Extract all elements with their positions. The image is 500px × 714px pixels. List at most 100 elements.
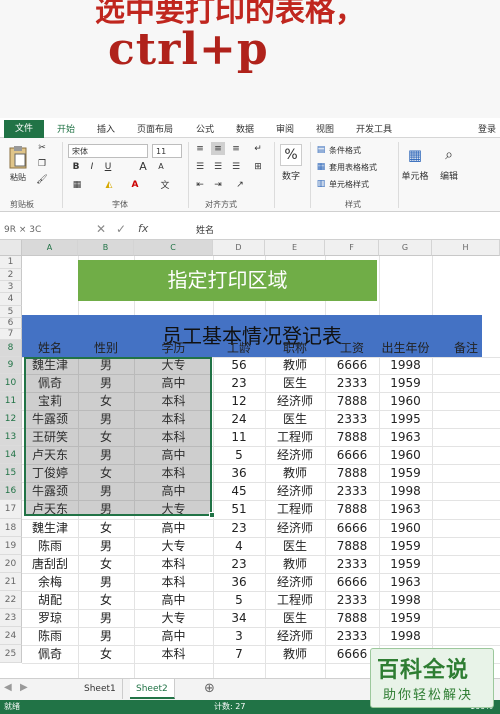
font-color-button[interactable]: A <box>128 178 142 191</box>
table-cell[interactable] <box>432 374 500 392</box>
row-header[interactable]: 12 <box>0 410 22 428</box>
table-cell[interactable]: 1963 <box>379 428 432 446</box>
column-header-e[interactable]: E <box>265 240 325 256</box>
cancel-icon[interactable]: ✕ <box>96 222 106 236</box>
table-cell[interactable]: 罗琼 <box>22 609 78 627</box>
table-cell[interactable]: 2333 <box>325 627 379 645</box>
align-bottom-icon[interactable]: ≡ <box>229 142 243 155</box>
table-cell[interactable]: 高中 <box>134 627 213 645</box>
align-center-icon[interactable]: ☰ <box>211 160 225 173</box>
underline-button[interactable]: U <box>102 160 114 173</box>
font-size-select[interactable]: 11 <box>152 144 182 158</box>
table-cell[interactable]: 23 <box>213 555 265 573</box>
table-cell[interactable]: 7888 <box>325 464 379 482</box>
table-cell[interactable]: 本科 <box>134 555 213 573</box>
tab-data[interactable]: 数据 <box>236 122 254 135</box>
table-cell[interactable]: 女 <box>78 591 134 609</box>
table-cell[interactable]: 6666 <box>325 573 379 591</box>
row-header[interactable]: 23 <box>0 609 22 627</box>
table-cell[interactable]: 7888 <box>325 392 379 410</box>
table-cell[interactable]: 1960 <box>379 519 432 537</box>
table-cell[interactable]: 1995 <box>379 410 432 428</box>
row-header[interactable]: 4 <box>0 293 22 306</box>
table-cell[interactable]: 大专 <box>134 609 213 627</box>
table-cell[interactable]: 高中 <box>134 519 213 537</box>
table-cell[interactable]: 教师 <box>265 464 325 482</box>
table-cell[interactable]: 唐刮刮 <box>22 555 78 573</box>
align-left-icon[interactable]: ☰ <box>193 160 207 173</box>
table-cell[interactable]: 医生 <box>265 609 325 627</box>
cell-style-button[interactable]: 单元格样式 <box>329 179 369 190</box>
table-cell[interactable]: 7 <box>213 645 265 663</box>
table-cell[interactable]: 1998 <box>379 627 432 645</box>
tab-formulas[interactable]: 公式 <box>196 122 214 135</box>
table-cell[interactable]: 陈雨 <box>22 627 78 645</box>
table-cell[interactable]: 男 <box>78 609 134 627</box>
tab-insert[interactable]: 插入 <box>97 122 115 135</box>
merge-icon[interactable]: ⊞ <box>251 160 265 173</box>
next-sheet-icon[interactable]: ▶ <box>20 682 28 693</box>
align-middle-icon[interactable]: ≡ <box>211 142 225 155</box>
table-cell[interactable]: 教师 <box>265 645 325 663</box>
table-cell[interactable] <box>432 410 500 428</box>
sheet-tab-1[interactable]: Sheet1 <box>78 679 123 699</box>
fill-color-icon[interactable]: ◭ <box>102 178 116 191</box>
table-cell[interactable]: 教师 <box>265 555 325 573</box>
sheet-tab-2[interactable]: Sheet2 <box>130 679 175 699</box>
table-cell[interactable]: 工程师 <box>265 428 325 446</box>
table-cell[interactable] <box>432 555 500 573</box>
column-header-f[interactable]: F <box>325 240 379 256</box>
table-cell[interactable]: 1960 <box>379 392 432 410</box>
table-cell[interactable]: 12 <box>213 392 265 410</box>
cut-icon[interactable]: ✂ <box>36 142 48 154</box>
table-cell[interactable]: 7888 <box>325 428 379 446</box>
fill-handle[interactable] <box>209 512 215 518</box>
table-cell[interactable]: 7888 <box>325 537 379 555</box>
insert-function-button[interactable]: fx <box>138 222 148 235</box>
conditional-format-button[interactable]: 条件格式 <box>329 145 361 156</box>
table-cell[interactable]: 1960 <box>379 446 432 464</box>
row-header[interactable]: 21 <box>0 573 22 591</box>
tab-review[interactable]: 审阅 <box>276 122 294 135</box>
table-cell[interactable]: 女 <box>78 645 134 663</box>
table-cell[interactable] <box>432 591 500 609</box>
row-header[interactable]: 2 <box>0 269 22 281</box>
tab-file[interactable]: 文件 <box>4 120 44 138</box>
table-cell[interactable]: 经济师 <box>265 446 325 464</box>
table-cell[interactable]: 24 <box>213 410 265 428</box>
table-cell[interactable]: 工程师 <box>265 591 325 609</box>
row-header[interactable]: 3 <box>0 281 22 293</box>
table-cell[interactable] <box>432 609 500 627</box>
row-header[interactable]: 9 <box>0 357 22 374</box>
column-header-c[interactable]: C <box>134 240 213 256</box>
table-cell[interactable]: 1959 <box>379 464 432 482</box>
row-header[interactable]: 5 <box>0 306 22 318</box>
font-shrink-button[interactable]: A <box>154 160 168 173</box>
copy-icon[interactable]: ❐ <box>36 158 48 170</box>
table-cell[interactable]: 6666 <box>325 446 379 464</box>
table-cell[interactable]: 56 <box>213 357 265 374</box>
table-cell[interactable]: 经济师 <box>265 482 325 500</box>
cell-style-icon[interactable]: ▥ <box>315 178 327 190</box>
row-header[interactable]: 25 <box>0 645 22 663</box>
wrap-text-icon[interactable]: ↵ <box>251 142 265 155</box>
table-cell[interactable]: 36 <box>213 573 265 591</box>
table-cell[interactable] <box>432 519 500 537</box>
table-cell[interactable]: 23 <box>213 374 265 392</box>
row-header[interactable]: 10 <box>0 374 22 392</box>
table-cell[interactable]: 6666 <box>325 519 379 537</box>
table-cell[interactable] <box>432 537 500 555</box>
row-header[interactable]: 11 <box>0 392 22 410</box>
table-cell[interactable]: 陈雨 <box>22 537 78 555</box>
table-cell[interactable]: 2333 <box>325 482 379 500</box>
table-cell[interactable] <box>432 500 500 519</box>
row-header[interactable]: 15 <box>0 464 22 482</box>
table-cell[interactable]: 1998 <box>379 357 432 374</box>
table-cell[interactable]: 男 <box>78 627 134 645</box>
conditional-format-icon[interactable]: ▤ <box>315 144 327 156</box>
increase-indent-icon[interactable]: ⇥ <box>211 178 225 191</box>
row-header[interactable]: 7 <box>0 329 22 340</box>
table-cell[interactable] <box>432 357 500 374</box>
table-cell[interactable] <box>432 428 500 446</box>
table-cell[interactable]: 余梅 <box>22 573 78 591</box>
